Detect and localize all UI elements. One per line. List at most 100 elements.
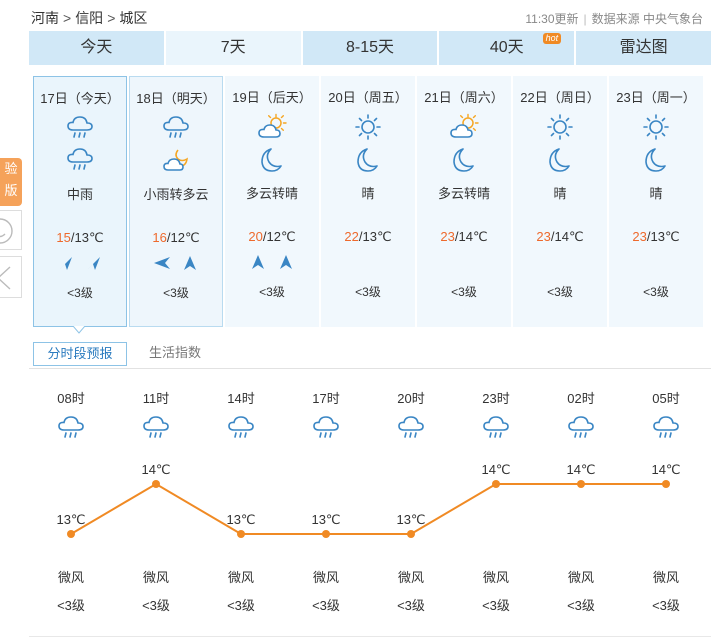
side-tag-line: 版 [4, 183, 18, 198]
day-weather-icons [225, 113, 319, 173]
hour-time: 05时 [652, 391, 680, 406]
wind-level: <3级 [163, 286, 189, 300]
low-temp: /14℃ [454, 229, 488, 244]
moon-icon [545, 145, 575, 173]
day-weather-icons [130, 114, 222, 174]
hour-time: 11时 [142, 391, 170, 406]
moon-icon [257, 145, 287, 173]
day-card[interactable]: 20日（周五） 晴 22/13℃ <3级 [321, 76, 415, 327]
day-card[interactable]: 23日（周一） 晴 23/13℃ <3级 [609, 76, 703, 327]
day-description: 小雨转多云 [143, 187, 209, 202]
low-temp: /13℃ [70, 230, 104, 245]
arrow-north-icon [181, 255, 199, 271]
rain-cloud-icon [566, 414, 596, 442]
hour-wind-level: <3级 [397, 598, 425, 613]
chevron-left-icon [0, 266, 11, 290]
temperature-point [67, 530, 75, 538]
day-weather-icons [513, 113, 607, 173]
low-temp: /13℃ [646, 229, 680, 244]
sun-icon [545, 113, 575, 141]
temperature-point [322, 530, 330, 538]
tab-8-15day[interactable]: 8-15天 [302, 31, 438, 65]
moon-icon [641, 145, 671, 173]
day-card[interactable]: 22日（周日） 晴 23/14℃ <3级 [513, 76, 607, 327]
temperature-point [577, 480, 585, 488]
hour-wind: 微风 [652, 570, 679, 585]
high-temp: 23 [536, 229, 551, 244]
breadcrumb-province[interactable]: 河南 [31, 8, 59, 28]
rain-cloud-icon [65, 146, 95, 174]
high-temp: 16 [152, 230, 167, 245]
hour-time: 14时 [227, 391, 255, 406]
breadcrumb: 河南 > 信阳 > 城区 [31, 8, 147, 28]
hourly-forecast: 13℃ 14℃ 13℃ 13℃ 13℃ 14℃ 14℃ 14℃ 08时 微风 <3级 11时 … [0, 370, 721, 642]
temperature-label: 14℃ [651, 462, 680, 477]
temperature-point [492, 480, 500, 488]
day-weather-icons [417, 113, 511, 173]
tab-label: 今天 [80, 39, 113, 56]
temperature-point [237, 530, 245, 538]
rain-cloud-icon [651, 414, 681, 442]
high-temp: 20 [248, 229, 263, 244]
day-card[interactable]: 18日（明天） 小雨转多云 16/12℃ <3级 [129, 76, 223, 327]
data-source: 数据来源 中央气象台 [591, 12, 703, 26]
subtab-hourly[interactable]: 分时段预报 [33, 342, 127, 366]
side-smile-button[interactable] [0, 210, 22, 250]
wind-level: <3级 [547, 285, 573, 299]
hour-wind: 微风 [227, 570, 254, 585]
hour-wind: 微风 [482, 570, 509, 585]
forecast-tabs: 今天 7天 8-15天 40天 hot 雷达图 [29, 31, 711, 65]
tab-40day[interactable]: 40天 hot [439, 31, 575, 65]
day-date: 20日（周五） [328, 90, 408, 105]
tab-radar[interactable]: 雷达图 [576, 31, 711, 65]
arrow-northeast-icon [57, 255, 75, 271]
day-date: 21日（周六） [424, 90, 504, 105]
hour-wind: 微风 [57, 570, 84, 585]
breadcrumb-separator: > [63, 10, 72, 26]
tab-7day[interactable]: 7天 [165, 31, 301, 65]
side-collapse-button[interactable] [0, 256, 22, 298]
update-meta: 11:30更新 | 数据来源 中央气象台 [525, 10, 703, 27]
day-weather-icons [34, 114, 126, 174]
temperature-point [662, 480, 670, 488]
tab-today[interactable]: 今天 [29, 31, 164, 65]
day-temperature: 20/12℃ [225, 229, 319, 246]
hourly-temperature-line: 13℃ 14℃ 13℃ 13℃ 13℃ 14℃ 14℃ 14℃ [56, 462, 681, 538]
tab-label: 8-15天 [345, 39, 394, 56]
low-temp: /12℃ [166, 230, 200, 245]
day-description: 中雨 [66, 187, 93, 202]
hour-wind-level: <3级 [57, 598, 85, 613]
day-temperature: 23/13℃ [609, 229, 703, 246]
day-date: 23日（周一） [616, 90, 696, 105]
wind-direction [609, 254, 703, 272]
selected-day-pointer [73, 326, 85, 334]
day-description: 晴 [553, 186, 567, 201]
subtab-life-index[interactable]: 生活指数 [149, 342, 201, 366]
day-date: 17日（今天） [40, 91, 120, 106]
hour-wind: 微风 [142, 570, 169, 585]
moon-icon [449, 145, 479, 173]
hour-time: 08时 [57, 391, 85, 406]
hour-wind: 微风 [397, 570, 424, 585]
breadcrumb-city[interactable]: 信阳 [75, 8, 103, 28]
low-temp: /14℃ [550, 229, 584, 244]
temperature-label: 13℃ [226, 512, 255, 527]
hour-wind-level: <3级 [142, 598, 170, 613]
rain-cloud-icon [396, 414, 426, 442]
day-temperature: 23/14℃ [513, 229, 607, 246]
side-tag-line: 验 [4, 161, 18, 176]
wind-level: <3级 [259, 285, 285, 299]
moon-icon [353, 145, 383, 173]
rain-cloud-icon [226, 414, 256, 442]
subtab-divider [29, 368, 711, 369]
temperature-label: 14℃ [481, 462, 510, 477]
day-card[interactable]: 17日（今天） 中雨 15/13℃ <3级 [33, 76, 127, 327]
tab-label: 雷达图 [619, 39, 668, 56]
cloudy-night-icon [161, 146, 191, 174]
wind-direction [417, 254, 511, 272]
day-card[interactable]: 21日（周六） 多云转晴 23/14℃ <3级 [417, 76, 511, 327]
rain-cloud-icon [141, 414, 171, 442]
day-card[interactable]: 19日（后天） 多云转晴 20/12℃ <3级 [225, 76, 319, 327]
meta-divider: | [583, 12, 587, 26]
side-feedback-tag[interactable]: 验 版 [0, 158, 22, 206]
